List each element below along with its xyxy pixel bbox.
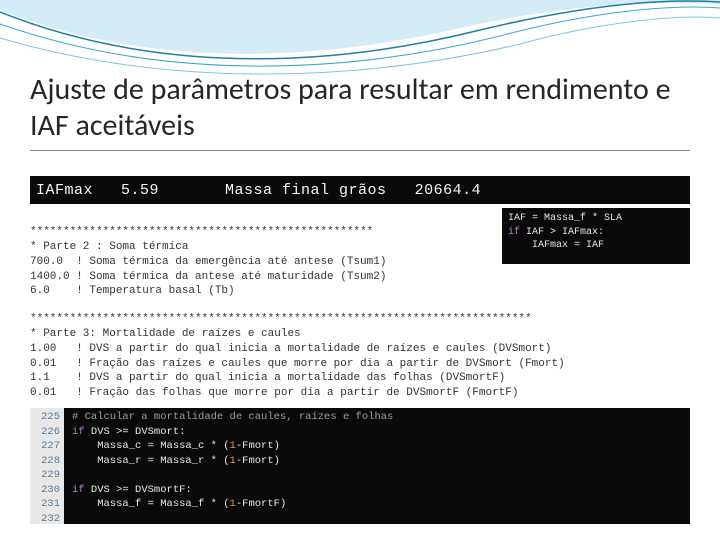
iaf-code-snippet: IAF = Massa_f * SLA if IAF > IAFmax: IAF… xyxy=(502,208,690,264)
slide-title: Ajuste de parâmetros para resultar em re… xyxy=(30,72,690,144)
massa-final-label: Massa final grãos xyxy=(225,182,387,199)
params-part3: ****************************************… xyxy=(30,312,690,401)
iafmax-label: IAFmax xyxy=(36,182,93,199)
terminal-output-bar: IAFmax 5.59 Massa final grãos 20664.4 xyxy=(30,176,690,204)
code-line-numbers: 225 226 227 228 229 230 231 232 xyxy=(30,408,64,524)
python-code-block: # Calcular a mortalidade de caules, raíz… xyxy=(64,408,690,524)
decorative-waves xyxy=(0,0,720,80)
iafmax-value: 5.59 xyxy=(121,182,159,199)
massa-final-value: 20664.4 xyxy=(415,182,482,199)
params-part2: ****************************************… xyxy=(30,225,500,299)
title-underline xyxy=(30,150,690,151)
